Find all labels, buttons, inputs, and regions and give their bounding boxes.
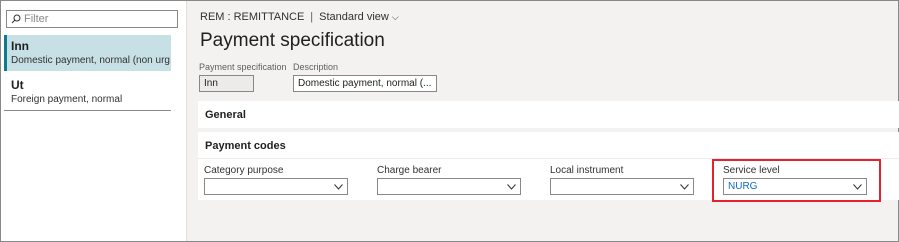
- breadcrumb: REM : REMITTANCE | Standard view ⌵: [200, 11, 399, 23]
- filter-box[interactable]: [6, 10, 178, 28]
- description-label: Description: [293, 62, 339, 72]
- chevron-down-icon: [853, 184, 862, 190]
- general-section[interactable]: General: [198, 101, 899, 128]
- charge-bearer-dropdown[interactable]: [377, 178, 521, 195]
- chevron-down-icon: [680, 184, 689, 190]
- charge-bearer-label: Charge bearer: [377, 165, 442, 176]
- search-icon: [11, 14, 21, 24]
- service-level-dropdown[interactable]: NURG: [723, 178, 867, 195]
- description-field[interactable]: Domestic payment, normal (...: [293, 75, 437, 92]
- list-item[interactable]: Ut Foreign payment, normal: [4, 74, 171, 111]
- list-pane: Inn Domestic payment, normal (non urg...…: [1, 1, 187, 241]
- view-selector[interactable]: Standard view: [319, 11, 389, 23]
- general-section-header[interactable]: General: [198, 101, 899, 129]
- list-item-subtitle: Foreign payment, normal: [11, 94, 123, 105]
- category-purpose-label: Category purpose: [204, 165, 284, 176]
- category-purpose-dropdown[interactable]: [204, 178, 348, 195]
- chevron-down-icon[interactable]: ⌵: [392, 12, 399, 23]
- detail-pane: REM : REMITTANCE | Standard view ⌵ Payme…: [187, 1, 899, 241]
- app-frame: Inn Domestic payment, normal (non urg...…: [0, 0, 899, 242]
- service-level-value: NURG: [728, 181, 758, 192]
- chevron-down-icon: [334, 184, 343, 190]
- breadcrumb-entity: REM : REMITTANCE: [200, 11, 305, 23]
- list-item-subtitle: Domestic payment, normal (non urg...: [11, 55, 171, 66]
- service-level-label: Service level: [723, 165, 780, 176]
- spec-label: Payment specification: [199, 62, 287, 72]
- list-item[interactable]: Inn Domestic payment, normal (non urg...: [4, 35, 171, 71]
- breadcrumb-separator: |: [310, 11, 314, 23]
- spec-field[interactable]: Inn: [199, 75, 254, 92]
- local-instrument-dropdown[interactable]: [550, 178, 694, 195]
- local-instrument-label: Local instrument: [550, 165, 624, 176]
- payment-codes-header[interactable]: Payment codes: [198, 132, 899, 160]
- list-item-title: Ut: [11, 78, 24, 92]
- list-item-title: Inn: [11, 39, 29, 53]
- page-title: Payment specification: [200, 30, 385, 51]
- chevron-down-icon: [507, 184, 516, 190]
- filter-input[interactable]: [24, 13, 164, 25]
